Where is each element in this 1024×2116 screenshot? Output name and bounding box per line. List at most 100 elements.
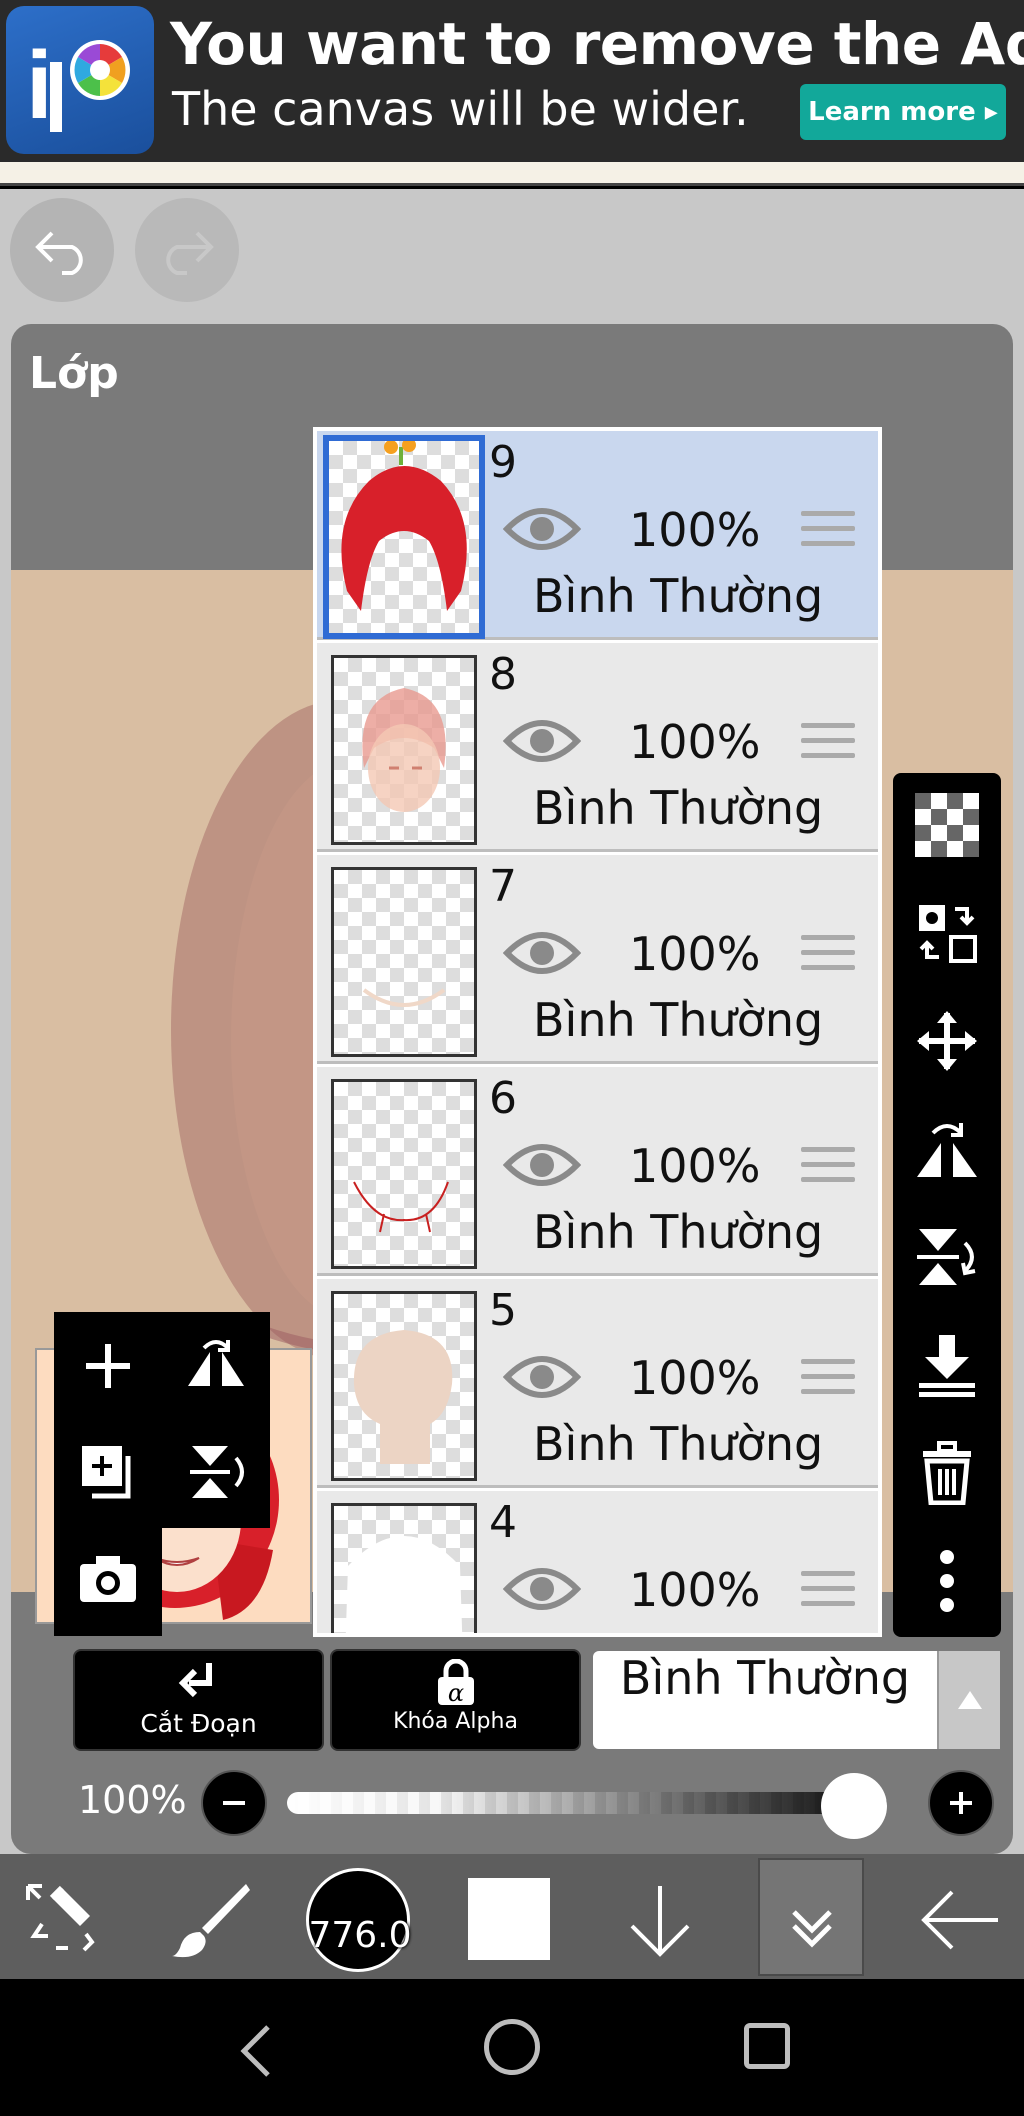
layer-thumbnail xyxy=(331,1079,477,1269)
redo-button[interactable] xyxy=(135,198,239,302)
layer-blend-mode: Bình Thường xyxy=(533,1417,824,1471)
chevron-double-down-icon xyxy=(792,1910,832,1948)
flip-horizontal-icon xyxy=(188,1340,244,1386)
brush-icon xyxy=(172,1884,250,1958)
eye-icon[interactable] xyxy=(503,927,581,979)
nav-home-button[interactable] xyxy=(484,2019,540,2075)
primary-color-swatch[interactable] xyxy=(468,1878,550,1960)
layer-row-5[interactable]: 5 100% Bình Thường xyxy=(317,1279,878,1488)
eye-icon[interactable] xyxy=(503,715,581,767)
drag-handle-icon[interactable] xyxy=(801,1571,855,1616)
eye-icon[interactable] xyxy=(503,1351,581,1403)
layer-blend-mode: Bình Thường xyxy=(533,1629,823,1633)
merge-down-button[interactable] xyxy=(911,1329,983,1401)
back-button[interactable] xyxy=(920,1880,1000,1960)
layer-row-6[interactable]: 6 100% Bình Thường xyxy=(317,1067,878,1276)
blend-mode-dropdown[interactable] xyxy=(937,1651,1000,1749)
drag-handle-icon[interactable] xyxy=(801,935,855,980)
blend-mode-select[interactable]: Bình Thường xyxy=(593,1651,1000,1749)
ad-banner[interactable]: i You want to remove the Ad? The canvas … xyxy=(0,0,1024,162)
opacity-value: 100% xyxy=(78,1778,187,1822)
drag-handle-icon[interactable] xyxy=(801,1359,855,1404)
brush-size-button[interactable]: 776.0 xyxy=(306,1868,412,1972)
layer-row-4[interactable]: 4 100% Bình Thường xyxy=(317,1491,878,1633)
camera-button[interactable] xyxy=(78,1548,138,1608)
layer-thumbnail xyxy=(331,1291,477,1481)
eye-icon[interactable] xyxy=(503,1563,581,1615)
layer-thumbnail xyxy=(331,867,477,1057)
nav-recents-button[interactable] xyxy=(744,2023,790,2069)
brush-size-value: 776.0 xyxy=(308,1915,412,1956)
layer-row-8[interactable]: 8 100% Bình Thường xyxy=(317,643,878,852)
brush-tool-button[interactable] xyxy=(170,1880,250,1960)
select-transform-button[interactable] xyxy=(911,897,983,969)
layer-thumbnail xyxy=(331,1503,477,1633)
drag-handle-icon[interactable] xyxy=(801,723,855,768)
ad-title: You want to remove the Ad? xyxy=(170,10,1024,78)
delete-layer-button[interactable] xyxy=(911,1437,983,1509)
drag-handle-icon[interactable] xyxy=(801,511,855,556)
triangle-up-icon xyxy=(957,1691,982,1709)
layer-opacity: 100% xyxy=(629,503,761,557)
drag-handle-icon[interactable] xyxy=(801,1147,855,1192)
panel-title: Lớp xyxy=(29,348,119,399)
flip-horizontal-button[interactable] xyxy=(911,1113,983,1185)
layer-tools-left xyxy=(54,1312,270,1636)
flip-vertical-icon xyxy=(917,1229,976,1285)
triangle-back-icon xyxy=(240,2025,270,2077)
opacity-slider-handle[interactable] xyxy=(821,1773,887,1839)
minus-icon xyxy=(223,1801,245,1805)
flip-layer-v-button[interactable] xyxy=(184,1442,248,1502)
opacity-decrease-button[interactable] xyxy=(201,1770,267,1836)
svg-text:α: α xyxy=(447,1679,463,1707)
layer-opacity: 100% xyxy=(629,715,761,769)
camera-icon xyxy=(80,1556,136,1602)
flip-horizontal-icon xyxy=(917,1123,977,1177)
layer-number: 9 xyxy=(489,437,517,488)
alpha-lock-button[interactable]: α Khóa Alpha xyxy=(330,1649,581,1751)
layer-blend-mode: Bình Thường xyxy=(533,993,824,1047)
layer-list[interactable]: 9 100% Bình Thường 8 100% Bình Thường 7 … xyxy=(313,427,882,1637)
layer-down-button[interactable] xyxy=(620,1880,700,1960)
opacity-increase-button[interactable] xyxy=(928,1770,994,1836)
eye-icon[interactable] xyxy=(503,503,581,555)
layer-opacity: 100% xyxy=(629,927,761,981)
transparency-button[interactable] xyxy=(911,789,983,861)
trash-icon xyxy=(923,1441,971,1505)
ad-subtitle: The canvas will be wider. xyxy=(172,82,749,136)
nav-back-button[interactable] xyxy=(232,2021,282,2081)
layer-row-7[interactable]: 7 100% Bình Thường xyxy=(317,855,878,1064)
layer-thumbnail xyxy=(323,435,485,639)
alpha-lock-label: Khóa Alpha xyxy=(393,1709,518,1734)
merge-down-icon xyxy=(919,1335,975,1397)
learn-more-button[interactable]: Learn more ▸ xyxy=(800,84,1006,140)
undo-button[interactable] xyxy=(10,198,114,302)
move-button[interactable] xyxy=(911,1005,983,1077)
add-layer-button[interactable] xyxy=(78,1336,138,1396)
opacity-slider[interactable] xyxy=(287,1792,887,1814)
flip-vertical-button[interactable] xyxy=(911,1221,983,1293)
layers-panel-toggle[interactable] xyxy=(758,1858,864,1976)
undo-icon xyxy=(35,231,83,275)
layer-number: 6 xyxy=(489,1073,517,1124)
more-vertical-icon xyxy=(940,1550,954,1612)
layer-row-9[interactable]: 9 100% Bình Thường xyxy=(317,431,878,640)
arrow-left-icon xyxy=(921,1890,998,1950)
layer-blend-mode: Bình Thường xyxy=(533,1205,824,1259)
layer-tools-right xyxy=(893,773,1001,1637)
copy-icon xyxy=(82,1446,131,1499)
transform-tool-button[interactable] xyxy=(22,1880,98,1956)
clipping-button[interactable]: Cắt Đoạn xyxy=(73,1649,324,1751)
layer-number: 8 xyxy=(489,649,517,700)
bottom-toolbar: 776.0 xyxy=(0,1854,1024,1979)
more-options-button[interactable] xyxy=(911,1545,983,1617)
clipping-label: Cắt Đoạn xyxy=(140,1709,257,1738)
svg-text:i: i xyxy=(26,32,53,139)
layer-blend-mode: Bình Thường xyxy=(533,781,824,835)
duplicate-layer-button[interactable] xyxy=(78,1442,138,1502)
move-icon xyxy=(917,1011,977,1071)
eye-icon[interactable] xyxy=(503,1139,581,1191)
layer-number: 7 xyxy=(489,861,517,912)
flip-layer-h-button[interactable] xyxy=(184,1336,248,1396)
layer-number: 4 xyxy=(489,1497,517,1548)
